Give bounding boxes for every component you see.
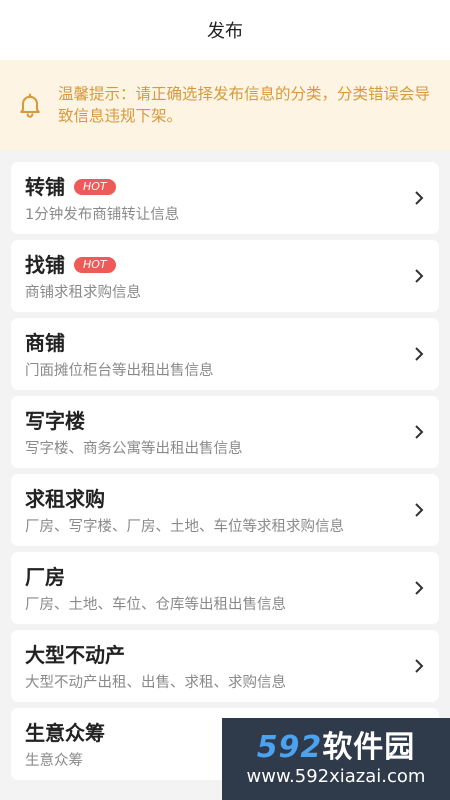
category-zhuanpu[interactable]: 转铺 HOT 1分钟发布商铺转让信息 — [11, 162, 439, 234]
notice-text: 温馨提示：请正确选择发布信息的分类，分类错误会导致信息违规下架。 — [58, 85, 431, 125]
hot-badge: HOT — [74, 178, 116, 195]
category-title: 写字楼 — [25, 408, 85, 433]
category-title: 转铺 — [25, 174, 65, 199]
chevron-right-icon — [415, 191, 424, 205]
category-title: 厂房 — [25, 564, 65, 589]
category-subtitle: 写字楼、商务公寓等出租出售信息 — [25, 440, 243, 457]
category-subtitle: 厂房、写字楼、厂房、土地、车位等求租求购信息 — [25, 518, 344, 535]
category-list: 转铺 HOT 1分钟发布商铺转让信息 找铺 HOT 商铺求租求购信息 商铺 门面… — [0, 150, 450, 780]
category-subtitle: 厂房、土地、车位、仓库等出租出售信息 — [25, 596, 286, 613]
top-bar: 发布 — [0, 0, 450, 60]
category-title: 商铺 — [25, 330, 65, 355]
category-subtitle: 商铺求租求购信息 — [25, 284, 141, 301]
notice-banner: 温馨提示：请正确选择发布信息的分类，分类错误会导致信息违规下架。 — [0, 60, 450, 150]
chevron-right-icon — [415, 269, 424, 283]
watermark-logo: 592软件园 www.592xiazai.com — [222, 718, 450, 800]
category-title: 找铺 — [25, 252, 65, 277]
page-title: 发布 — [207, 21, 243, 42]
bell-icon — [20, 93, 40, 118]
chevron-right-icon — [415, 581, 424, 595]
category-xiezilou[interactable]: 写字楼 写字楼、商务公寓等出租出售信息 — [11, 396, 439, 468]
category-title: 生意众筹 — [25, 720, 105, 745]
watermark-brand-number: 592 — [256, 730, 323, 765]
chevron-right-icon — [415, 503, 424, 517]
chevron-right-icon — [415, 659, 424, 673]
category-qiuzuqiugou[interactable]: 求租求购 厂房、写字楼、厂房、土地、车位等求租求购信息 — [11, 474, 439, 546]
chevron-right-icon — [415, 425, 424, 439]
category-zhaopu[interactable]: 找铺 HOT 商铺求租求购信息 — [11, 240, 439, 312]
category-title: 大型不动产 — [25, 642, 125, 667]
category-subtitle: 大型不动产出租、出售、求租、求购信息 — [25, 674, 286, 691]
category-changfang[interactable]: 厂房 厂房、土地、车位、仓库等出租出售信息 — [11, 552, 439, 624]
category-subtitle: 门面摊位柜台等出租出售信息 — [25, 362, 214, 379]
watermark-url: www.592xiazai.com — [246, 766, 426, 787]
category-dabudongchan[interactable]: 大型不动产 大型不动产出租、出售、求租、求购信息 — [11, 630, 439, 702]
chevron-right-icon — [415, 347, 424, 361]
category-title: 求租求购 — [25, 486, 105, 511]
category-subtitle: 1分钟发布商铺转让信息 — [25, 206, 180, 223]
hot-badge: HOT — [74, 256, 116, 273]
category-shangpu[interactable]: 商铺 门面摊位柜台等出租出售信息 — [11, 318, 439, 390]
watermark-brand-text: 软件园 — [322, 730, 416, 765]
